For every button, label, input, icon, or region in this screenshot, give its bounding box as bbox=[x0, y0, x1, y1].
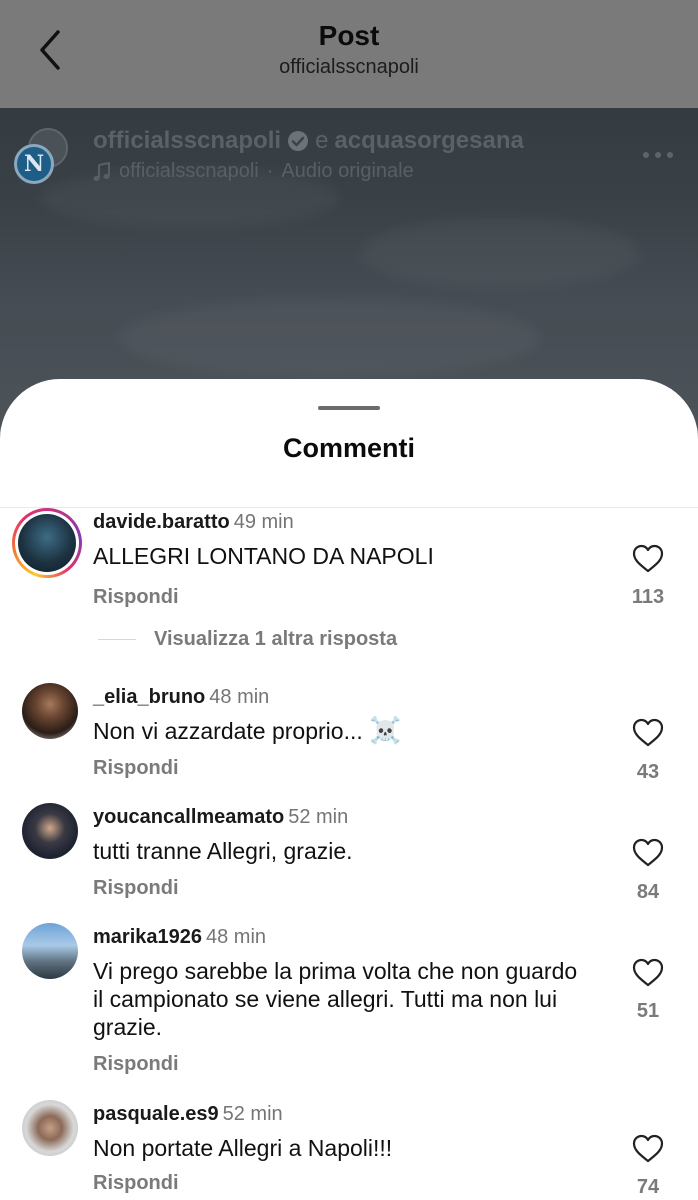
comment-text-line: Non vi azzardate proprio... ☠️ bbox=[93, 717, 593, 745]
comment-username[interactable]: youcancallmeamato bbox=[93, 806, 284, 828]
comments-sheet: Commenti davide.baratto 49 min ALLEGRI LO… bbox=[0, 379, 698, 1200]
avatar-image bbox=[22, 683, 78, 739]
heart-icon[interactable] bbox=[632, 1134, 664, 1164]
audio-label: Audio originale bbox=[281, 160, 414, 182]
post-author-conjunction: e bbox=[315, 127, 329, 154]
avatar[interactable] bbox=[12, 508, 82, 578]
comment-time: 52 min bbox=[288, 806, 349, 828]
heart-icon[interactable] bbox=[632, 718, 664, 748]
avatar[interactable] bbox=[22, 683, 78, 739]
comment-time: 48 min bbox=[209, 686, 270, 708]
page-title: Post bbox=[318, 20, 380, 51]
comment-time: 52 min bbox=[222, 1103, 283, 1125]
more-options-icon[interactable] bbox=[642, 148, 674, 162]
heart-icon[interactable] bbox=[632, 544, 664, 574]
skull-emoji: ☠️ bbox=[369, 716, 402, 746]
avatar-image bbox=[22, 1100, 78, 1156]
post-author-name[interactable]: officialsscnapoli bbox=[93, 127, 281, 155]
like-count: 51 bbox=[636, 1000, 660, 1022]
comment-text: Non vi azzardate proprio... bbox=[93, 718, 363, 744]
sheet-drag-handle[interactable] bbox=[318, 406, 380, 410]
post-author-avatar[interactable]: N bbox=[14, 128, 70, 184]
comment-meta: _elia_bruno 48 min bbox=[93, 686, 269, 709]
comment-time: 48 min bbox=[205, 926, 267, 948]
reply-button[interactable]: Rispondi bbox=[93, 757, 179, 780]
heart-icon[interactable] bbox=[632, 838, 664, 868]
comment-time: 49 min bbox=[233, 511, 294, 533]
top-navigation-bar: Post officialsscnapoli bbox=[0, 0, 698, 108]
page-subtitle[interactable]: officialsscnapoli bbox=[0, 56, 698, 79]
post-audio-line[interactable]: officialsscnapoli · Audio originale bbox=[93, 160, 414, 183]
avatar-image bbox=[22, 923, 78, 979]
audio-author: officialsscnapoli bbox=[119, 160, 259, 182]
reply-button[interactable]: Rispondi bbox=[93, 877, 179, 900]
avatar-image bbox=[18, 514, 76, 572]
replies-line bbox=[98, 639, 136, 640]
comment-meta: davide.baratto 49 min bbox=[93, 511, 294, 534]
avatar[interactable] bbox=[22, 803, 78, 859]
divider bbox=[0, 507, 698, 508]
avatar[interactable] bbox=[22, 1100, 78, 1156]
comment-username[interactable]: pasquale.es9 bbox=[93, 1103, 219, 1125]
like-count: 74 bbox=[636, 1176, 660, 1198]
comment-username[interactable]: marika1926 bbox=[93, 926, 202, 948]
comment-meta: marika1926 48 min bbox=[93, 926, 266, 949]
comment-text: Vi prego sarebbe la prima volta che non … bbox=[93, 958, 578, 1040]
heart-icon[interactable] bbox=[632, 958, 664, 988]
like-count: 113 bbox=[631, 586, 665, 608]
like-count: 84 bbox=[636, 881, 660, 903]
avatar-image bbox=[22, 803, 78, 859]
avatar-border bbox=[15, 511, 79, 575]
comment-username[interactable]: _elia_bruno bbox=[93, 686, 205, 708]
post-author-line: officialsscnapoli e acquasorgesana bbox=[93, 127, 524, 155]
post-coauthor-name[interactable]: acquasorgesana bbox=[334, 127, 523, 155]
comment-meta: pasquale.es9 52 min bbox=[93, 1103, 283, 1126]
comment-username[interactable]: davide.baratto bbox=[93, 511, 230, 533]
verified-badge-icon bbox=[288, 131, 309, 151]
reply-button[interactable]: Rispondi bbox=[93, 1053, 179, 1076]
reply-button[interactable]: Rispondi bbox=[93, 586, 179, 609]
view-replies-label: Visualizza 1 altra risposta bbox=[154, 628, 398, 650]
music-note-icon bbox=[93, 161, 110, 181]
comment-text: ALLEGRI LONTANO DA NAPOLI bbox=[93, 543, 434, 569]
reply-button[interactable]: Rispondi bbox=[93, 1172, 179, 1195]
comment-meta: youcancallmeamato 52 min bbox=[93, 806, 348, 829]
comment-text: tutti tranne Allegri, grazie. bbox=[93, 838, 353, 864]
view-replies-button[interactable]: Visualizza 1 altra risposta bbox=[98, 628, 397, 651]
audio-separator: · bbox=[266, 160, 274, 182]
comments-title: Commenti bbox=[282, 433, 415, 463]
like-count: 43 bbox=[636, 761, 660, 783]
avatar[interactable] bbox=[22, 923, 78, 979]
napoli-logo: N bbox=[14, 144, 54, 184]
comment-text: Non portate Allegri a Napoli!!! bbox=[93, 1135, 393, 1161]
